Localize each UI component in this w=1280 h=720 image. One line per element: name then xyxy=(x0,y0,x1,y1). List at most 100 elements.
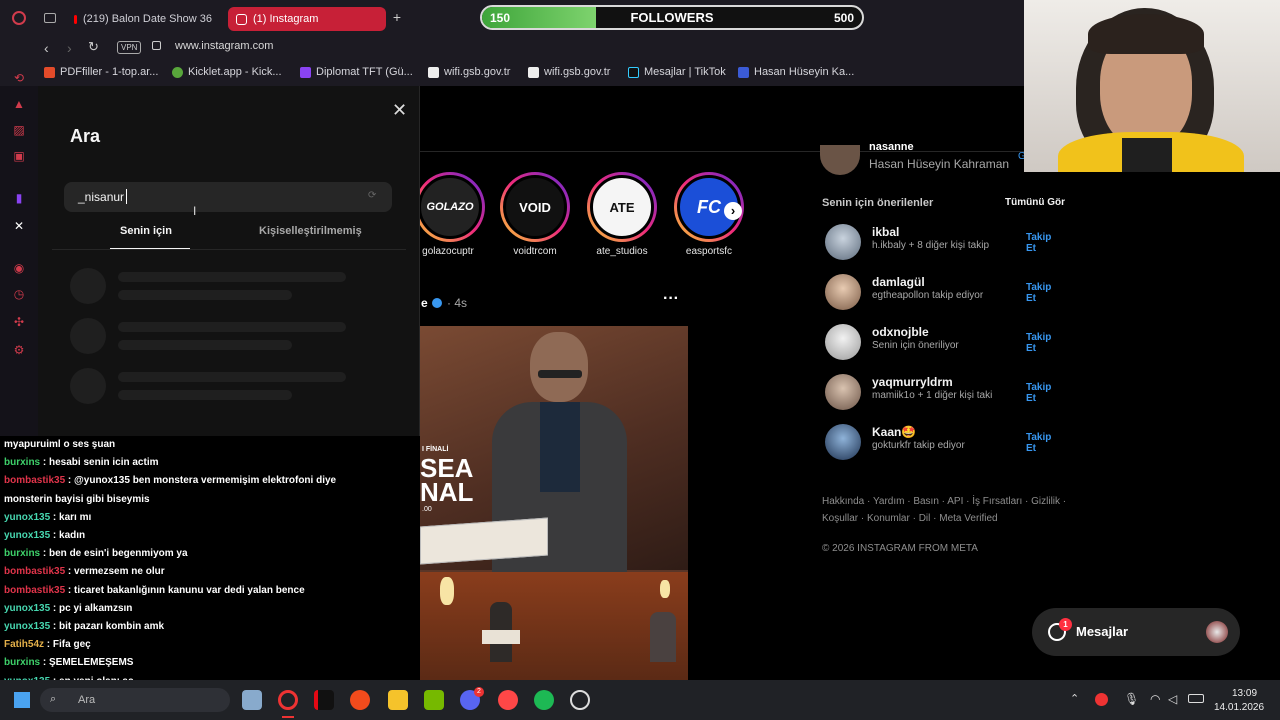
profile-handle[interactable]: hasanhe xyxy=(869,144,914,152)
x-icon[interactable]: ✕ xyxy=(11,218,27,234)
battery-icon[interactable] xyxy=(1188,694,1204,703)
chat-username[interactable]: burxins xyxy=(4,548,40,559)
browser-logo-icon[interactable] xyxy=(12,11,26,25)
ea-app-icon[interactable] xyxy=(498,690,518,710)
story-ate[interactable]: ATE xyxy=(587,172,657,242)
chat-username[interactable]: bombastik35 xyxy=(4,475,65,486)
history-icon[interactable]: ◷ xyxy=(11,286,27,302)
volume-icon[interactable]: ◁ xyxy=(1168,692,1177,706)
opera-gx-icon[interactable] xyxy=(278,690,298,710)
avatar[interactable] xyxy=(825,424,861,460)
chat-username[interactable]: burxins xyxy=(4,657,40,668)
spotify-icon[interactable] xyxy=(534,690,554,710)
tab-youtube[interactable]: (219) Balon Date Show 36 xyxy=(66,7,220,31)
loading-icon: ⟳ xyxy=(368,190,377,201)
chat-username[interactable]: yunox135 xyxy=(4,512,50,523)
chat-text: : karı mı xyxy=(52,511,92,523)
wifi-icon[interactable]: ◠ xyxy=(1150,692,1160,706)
chat-message: yunox135 : kadın xyxy=(0,527,378,545)
bookmark-wifi-1[interactable]: wifi.gsb.gov.tr xyxy=(428,66,510,78)
vpn-badge[interactable]: VPN xyxy=(117,41,142,54)
nvidia-icon[interactable] xyxy=(424,690,444,710)
bookmark-wifi-2[interactable]: wifi.gsb.gov.tr xyxy=(528,66,610,78)
chat-username[interactable]: burxins xyxy=(4,457,40,468)
chat-username[interactable]: yunox135 xyxy=(4,621,50,632)
antivirus-icon[interactable] xyxy=(1095,693,1108,706)
workspace-icon[interactable] xyxy=(44,13,56,23)
clock-time[interactable]: 13:09 xyxy=(1232,688,1257,699)
post-time: · 4s xyxy=(447,296,468,310)
search-input[interactable]: _nisanur ⟳ xyxy=(64,182,392,212)
chat-username[interactable]: Fatih54z xyxy=(4,639,44,650)
follow-button[interactable]: Takip Et xyxy=(1026,232,1062,254)
new-tab-button[interactable]: + xyxy=(390,10,404,24)
crypto-icon[interactable]: ▨ xyxy=(11,122,27,138)
tab-kisisellestirilmemis[interactable]: Kişiselleştirilmemiş xyxy=(259,225,362,237)
extensions-icon[interactable]: ✣ xyxy=(11,314,27,330)
forward-icon[interactable]: › xyxy=(67,40,72,56)
url-field[interactable]: www.instagram.com xyxy=(175,40,273,52)
avatar[interactable] xyxy=(825,374,861,410)
follow-button[interactable]: Takip Et xyxy=(1026,382,1062,404)
reload-icon[interactable]: ↻ xyxy=(88,39,99,55)
stories-next-icon[interactable]: › xyxy=(724,202,742,220)
bookmark-tiktok[interactable]: Mesajlar | TikTok xyxy=(628,66,726,78)
suggestion-name[interactable]: ikbal xyxy=(872,225,899,239)
player-icon[interactable]: ▣ xyxy=(11,148,27,164)
netflix-icon[interactable] xyxy=(314,690,334,710)
follow-button[interactable]: Takip Et xyxy=(1026,282,1062,304)
story-void[interactable]: VOID xyxy=(500,172,570,242)
post-username[interactable]: e xyxy=(421,296,428,310)
messages-button[interactable]: 1 Mesajlar xyxy=(1032,608,1240,656)
avatar[interactable] xyxy=(825,274,861,310)
chat-username[interactable]: bombastik35 xyxy=(4,585,65,596)
avatar[interactable] xyxy=(825,324,861,360)
skeleton-avatar xyxy=(70,318,106,354)
wallet-icon[interactable]: ▲ xyxy=(11,96,27,112)
chat-text: myapuruiml o ses şuan xyxy=(4,439,116,450)
bookmark-pdffiller[interactable]: PDFfiller - 1-top.ar... xyxy=(44,66,158,78)
chat-username[interactable]: yunox135 xyxy=(4,603,50,614)
skeleton-line xyxy=(118,390,292,400)
footer-links-1[interactable]: Hakkında · Yardım · Basın · API · İş Fır… xyxy=(822,496,1066,507)
chat-username[interactable]: yunox135 xyxy=(4,530,50,541)
taskbar-search[interactable]: ⌕ Ara xyxy=(40,688,230,712)
tab-senin-icin[interactable]: Senin için xyxy=(120,225,172,237)
back-icon[interactable]: ‹ xyxy=(44,40,49,56)
explorer-icon[interactable] xyxy=(388,690,408,710)
bookmark-hasan[interactable]: Hasan Hüseyin Ka... xyxy=(738,66,854,78)
microphone-icon[interactable]: 🎙 xyxy=(1124,692,1139,706)
poster-line1: I FİNALİ xyxy=(422,446,449,453)
chevron-up-icon[interactable]: ⌃ xyxy=(1070,692,1079,705)
post-scene-bottom xyxy=(420,572,688,680)
suggestion-name[interactable]: odxnojble xyxy=(872,325,929,339)
follow-button[interactable]: Takip Et xyxy=(1026,332,1062,354)
chat-username[interactable]: bombastik35 xyxy=(4,566,65,577)
steam-icon[interactable] xyxy=(570,690,590,710)
bookmark-diplomat[interactable]: Diplomat TFT (Gü... xyxy=(300,66,413,78)
avatar[interactable] xyxy=(825,224,861,260)
suggestion-name[interactable]: Kaan🤩 xyxy=(872,425,916,439)
tab-instagram[interactable]: (1) Instagram xyxy=(228,7,386,31)
story-golazo[interactable]: GOLAZO xyxy=(415,172,485,242)
follow-button[interactable]: Takip Et xyxy=(1026,432,1062,454)
files-app-icon[interactable] xyxy=(242,690,262,710)
speed-dial-icon[interactable]: ⟲ xyxy=(11,70,27,86)
start-icon[interactable] xyxy=(14,692,30,708)
close-icon[interactable]: ✕ xyxy=(392,100,407,121)
suggestion-name[interactable]: damlagül xyxy=(872,275,925,289)
footer-links-2[interactable]: Koşullar · Konumlar · Dil · Meta Verifie… xyxy=(822,513,998,524)
twitch-sidebar-icon[interactable]: ▮ xyxy=(11,190,27,206)
suggestion-name[interactable]: yaqmurryldrm xyxy=(872,375,953,389)
see-all-link[interactable]: Tümünü Gör xyxy=(1005,197,1065,208)
chat-text: : @yunox135 ben monstera vermemişim elek… xyxy=(67,475,337,487)
bookmark-kicklet[interactable]: Kicklet.app - Kick... xyxy=(172,66,282,78)
ea-icon[interactable] xyxy=(350,690,370,710)
record-icon[interactable]: ◉ xyxy=(11,260,27,276)
chat-message: burxins : ŞEMELEMEŞEMS xyxy=(0,654,378,672)
post-more-icon[interactable]: ··· xyxy=(663,290,679,308)
clock-date[interactable]: 14.01.2026 xyxy=(1214,702,1264,713)
post-image[interactable]: I FİNALİ SEA NAL .00 xyxy=(420,326,688,680)
chat-text: : vermezsem ne olur xyxy=(67,566,165,578)
settings-icon[interactable]: ⚙ xyxy=(11,342,27,358)
